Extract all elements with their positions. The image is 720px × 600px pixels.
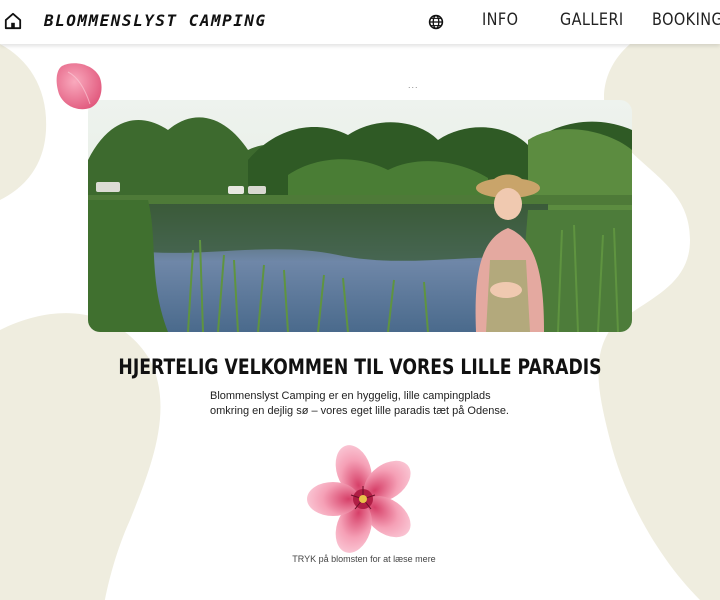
welcome-heading: HJERTELIG VELKOMMEN TIL VORES LILLE PARA…: [118, 355, 602, 379]
carousel-dots: ...: [408, 80, 419, 90]
nav-info[interactable]: INFO: [482, 10, 518, 30]
flower-cta-text: TRYK på blomsten for at læse mere: [292, 554, 436, 564]
flower-icon[interactable]: [306, 444, 420, 554]
nav-booking[interactable]: BOOKING: [652, 10, 720, 30]
intro-text: Blommenslyst Camping er en hyggelig, lil…: [210, 390, 509, 417]
petal-decoration: [56, 63, 102, 110]
home-icon[interactable]: [4, 12, 22, 30]
site-brand[interactable]: BLOMMENSLYST CAMPING: [44, 11, 267, 30]
hero-image: [88, 100, 632, 332]
nav-galleri[interactable]: GALLERI: [560, 10, 624, 30]
globe-icon[interactable]: [428, 14, 444, 30]
site-header: BLOMMENSLYST CAMPING INFO GALLERI BOOKIN…: [0, 0, 720, 44]
